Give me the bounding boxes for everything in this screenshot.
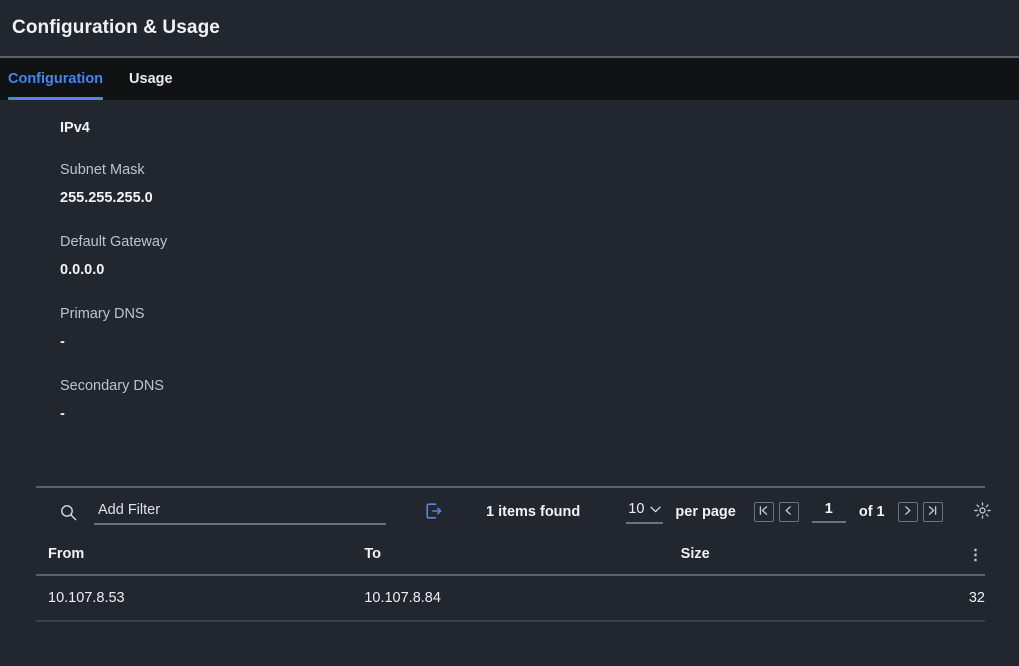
first-page-button[interactable] bbox=[753, 502, 774, 522]
table-area: 1 items found 10 per page bbox=[0, 486, 1019, 622]
column-header-size[interactable]: Size ⋮ bbox=[668, 536, 985, 576]
configuration-panel: IPv4 Subnet Mask 255.255.255.0 Default G… bbox=[0, 100, 1019, 486]
column-header-to[interactable]: To bbox=[352, 536, 669, 576]
field-label-default-gateway: Default Gateway bbox=[60, 234, 168, 251]
search-icon bbox=[60, 504, 86, 521]
section-title-ipv4: IPv4 bbox=[60, 120, 90, 136]
filter-input-wrapper bbox=[94, 499, 386, 525]
table-header: From To Size ⋮ bbox=[36, 536, 985, 576]
chevron-down-icon bbox=[650, 500, 662, 518]
items-found-count: 1 items found bbox=[486, 504, 581, 520]
per-page-value: 10 bbox=[628, 501, 645, 517]
column-header-size-label: Size bbox=[680, 546, 710, 562]
per-page-select[interactable]: 10 bbox=[626, 500, 664, 524]
per-page-group: 10 per page bbox=[626, 500, 736, 524]
table-header-row: From To Size ⋮ bbox=[36, 536, 985, 576]
page-header: Configuration & Usage bbox=[0, 0, 1019, 58]
cell-from: 10.107.8.53 bbox=[36, 575, 353, 622]
field-value-secondary-dns: - bbox=[60, 405, 65, 422]
page-number-input[interactable] bbox=[811, 501, 846, 523]
previous-page-icon bbox=[783, 505, 794, 519]
previous-page-button[interactable] bbox=[778, 502, 799, 522]
table-body: 10.107.8.53 10.107.8.84 32 bbox=[36, 575, 985, 622]
pagination-controls: of 1 bbox=[753, 501, 943, 523]
field-primary-dns: Primary DNS - bbox=[60, 304, 1019, 352]
table-settings-button[interactable] bbox=[973, 501, 992, 523]
field-label-secondary-dns: Secondary DNS bbox=[60, 378, 164, 395]
tab-configuration[interactable]: Configuration bbox=[8, 58, 104, 100]
tab-bar: Configuration Usage bbox=[0, 58, 1019, 100]
tab-usage[interactable]: Usage bbox=[129, 58, 191, 100]
field-secondary-dns: Secondary DNS - bbox=[60, 376, 1019, 424]
cell-size: 32 bbox=[668, 575, 985, 622]
field-value-primary-dns: - bbox=[60, 333, 65, 350]
field-subnet-mask: Subnet Mask 255.255.255.0 bbox=[60, 160, 1019, 208]
next-page-button[interactable] bbox=[897, 502, 918, 522]
field-value-default-gateway: 0.0.0.0 bbox=[60, 261, 105, 278]
field-default-gateway: Default Gateway 0.0.0.0 bbox=[60, 232, 1019, 280]
field-label-subnet-mask: Subnet Mask bbox=[60, 162, 145, 178]
first-page-icon bbox=[758, 505, 769, 519]
per-page-label: per page bbox=[675, 504, 736, 520]
last-page-icon bbox=[927, 505, 938, 519]
field-label-primary-dns: Primary DNS bbox=[60, 306, 145, 323]
page-title: Configuration & Usage bbox=[12, 17, 220, 38]
next-page-icon bbox=[902, 505, 913, 519]
column-header-from[interactable]: From bbox=[36, 536, 353, 576]
gear-icon bbox=[973, 501, 992, 523]
tab-configuration-label: Configuration bbox=[8, 71, 104, 87]
connections-table: From To Size ⋮ 10.107.8.53 10.107.8.84 3… bbox=[36, 536, 985, 622]
filter-input[interactable] bbox=[94, 499, 386, 525]
last-page-button[interactable] bbox=[922, 502, 943, 522]
export-button[interactable] bbox=[424, 501, 444, 524]
export-icon bbox=[424, 501, 444, 524]
table-toolbar: 1 items found 10 per page bbox=[36, 488, 991, 536]
field-value-subnet-mask: 255.255.255.0 bbox=[60, 189, 153, 206]
tab-usage-label: Usage bbox=[129, 71, 173, 87]
table-row[interactable]: 10.107.8.53 10.107.8.84 32 bbox=[36, 575, 985, 622]
more-options-icon[interactable]: ⋮ bbox=[968, 548, 983, 563]
page-total-label: of 1 bbox=[858, 504, 885, 520]
cell-to: 10.107.8.84 bbox=[352, 575, 669, 622]
